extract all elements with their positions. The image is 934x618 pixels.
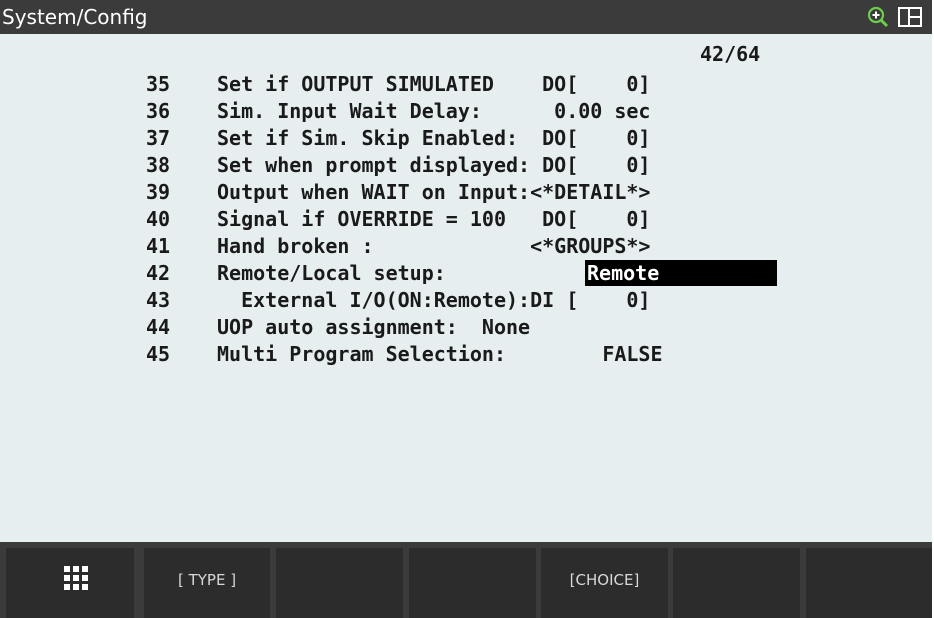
config-row-43[interactable]: 43 External I/O(ON:Remote):DI [ 0]: [0, 288, 932, 312]
split-window-icon[interactable]: [897, 6, 923, 28]
softkey-2-label: [ TYPE ]: [177, 571, 237, 589]
selected-value-cursor[interactable]: Remote: [585, 260, 777, 286]
config-row-38[interactable]: 38 Set when prompt displayed: DO[ 0]: [0, 153, 932, 177]
config-row-35[interactable]: 35 Set if OUTPUT SIMULATED DO[ 0]: [0, 72, 932, 96]
row-text: Output when WAIT on Input:<*DETAIL*>: [217, 180, 651, 204]
row-number: 41: [146, 234, 171, 258]
title-bar: System/Config: [0, 0, 932, 34]
softkey-6[interactable]: [673, 548, 800, 618]
softkey-4[interactable]: [409, 548, 536, 618]
softkey-3[interactable]: [276, 548, 403, 618]
menu-softkey[interactable]: [6, 548, 134, 618]
softkey-7[interactable]: [806, 548, 932, 618]
row-text: Multi Program Selection: FALSE: [217, 342, 663, 366]
choice-softkey[interactable]: [CHOICE]: [541, 548, 668, 618]
row-number: 42: [146, 261, 171, 285]
grid-menu-icon: [64, 566, 88, 590]
config-row-37[interactable]: 37 Set if Sim. Skip Enabled: DO[ 0]: [0, 126, 932, 150]
row-number: 39: [146, 180, 171, 204]
row-text: Hand broken : <*GROUPS*>: [217, 234, 651, 258]
row-number: 38: [146, 153, 171, 177]
row-text: UOP auto assignment: None: [217, 315, 531, 339]
config-row-40[interactable]: 40 Signal if OVERRIDE = 100 DO[ 0]: [0, 207, 932, 231]
zoom-in-icon[interactable]: [867, 6, 889, 28]
row-number: 43: [146, 288, 171, 312]
config-row-41[interactable]: 41 Hand broken : <*GROUPS*>: [0, 234, 932, 258]
row-number: 35: [146, 72, 171, 96]
config-row-42[interactable]: 42 Remote/Local setup: Remote: [0, 260, 932, 286]
config-row-44[interactable]: 44 UOP auto assignment: None: [0, 315, 932, 339]
softkey-5-label: [CHOICE]: [569, 571, 640, 589]
teach-pendant-window: System/Config 42/64 35 Set if OUTPUT SIM…: [0, 0, 932, 618]
row-number: 36: [146, 99, 171, 123]
remote-local-value: Remote: [587, 261, 660, 285]
row-number: 45: [146, 342, 171, 366]
row-text: Set when prompt displayed: DO[ 0]: [217, 153, 651, 177]
row-text: Set if OUTPUT SIMULATED DO[ 0]: [217, 72, 651, 96]
window-title: System/Config: [2, 5, 148, 29]
row-number: 40: [146, 207, 171, 231]
type-softkey[interactable]: [ TYPE ]: [144, 548, 270, 618]
config-row-36[interactable]: 36 Sim. Input Wait Delay: 0.00 sec: [0, 99, 932, 123]
row-number: 37: [146, 126, 171, 150]
row-text: Signal if OVERRIDE = 100 DO[ 0]: [217, 207, 651, 231]
row-text: External I/O(ON:Remote):DI [ 0]: [217, 288, 651, 312]
page-indicator: 42/64: [700, 42, 761, 66]
row-text: Sim. Input Wait Delay: 0.00 sec: [217, 99, 651, 123]
config-list: 42/64 35 Set if OUTPUT SIMULATED DO[ 0] …: [0, 34, 932, 542]
row-number: 44: [146, 315, 171, 339]
row-text: Set if Sim. Skip Enabled: DO[ 0]: [217, 126, 651, 150]
softkey-bar: [ TYPE ] [CHOICE]: [0, 542, 932, 618]
row-text: Remote/Local setup:: [217, 261, 446, 285]
config-row-45[interactable]: 45 Multi Program Selection: FALSE: [0, 342, 932, 366]
config-row-39[interactable]: 39 Output when WAIT on Input:<*DETAIL*>: [0, 180, 932, 204]
